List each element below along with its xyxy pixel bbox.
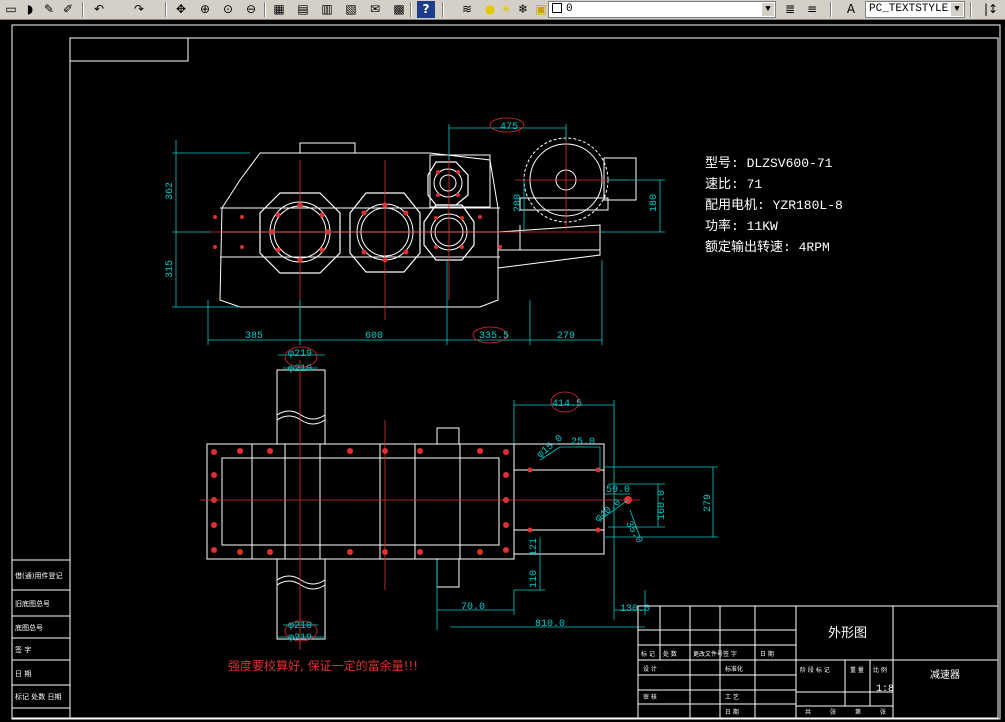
drawing-name: 外形图 bbox=[828, 626, 867, 641]
left-block-row: 底图总号 bbox=[15, 623, 43, 632]
dim-phi210-bottom: φ210 bbox=[288, 621, 312, 632]
dim-style-icon[interactable]: |↕ bbox=[982, 1, 1000, 18]
left-block-row: 标记 处数 日期 bbox=[15, 692, 61, 701]
dim-phi219-bottom: φ219 bbox=[288, 633, 312, 644]
left-block-row: 日 期 bbox=[15, 670, 31, 678]
sheet-set-icon[interactable]: ▧ bbox=[342, 1, 360, 18]
layer-dropdown[interactable]: 0 ▼ bbox=[548, 1, 776, 18]
layers-icon[interactable]: ≋ bbox=[458, 1, 476, 18]
dim-362: 362 bbox=[165, 182, 176, 200]
note-text: 强度要校算好, 保证一定的富余量!!! bbox=[228, 658, 418, 673]
left-block-row: 借(通)用件登记 bbox=[15, 571, 62, 580]
chevron-down-icon[interactable]: ▼ bbox=[951, 3, 963, 16]
left-block-row: 签 字 bbox=[15, 645, 31, 654]
spec-power: 功率: 11KW bbox=[705, 218, 778, 234]
title-header: 标 记 bbox=[641, 650, 655, 658]
redo-icon[interactable]: ↷ bbox=[130, 1, 148, 18]
spec-model: 型号: DLZSV600-71 bbox=[705, 156, 833, 171]
title-row: 日 期 bbox=[725, 708, 739, 716]
dim-phi219-top: φ219 bbox=[288, 349, 312, 360]
zoom-window-icon[interactable]: ⊙ bbox=[219, 1, 237, 18]
dim-385: 385 bbox=[245, 331, 263, 342]
dim-279-top: 279 bbox=[557, 331, 575, 342]
title-row: 审 核 bbox=[643, 693, 657, 701]
dim-110: 110 bbox=[529, 570, 540, 588]
dim-200: 200 bbox=[513, 194, 524, 212]
new-icon[interactable]: ▭ bbox=[2, 1, 20, 18]
dim-180: 180 bbox=[649, 194, 660, 212]
title-header: 日 期 bbox=[760, 650, 774, 658]
sun-icon[interactable]: ☀ bbox=[497, 1, 515, 18]
help-icon[interactable]: ? bbox=[417, 1, 435, 18]
spec-list: 型号: DLZSV600-71 速比: 71 配用电机: YZR180L-8 功… bbox=[705, 156, 843, 255]
stage-label: 阶 段 标 记 bbox=[800, 666, 830, 674]
title-row: 标准化 bbox=[725, 665, 743, 673]
part-name: 减速器 bbox=[930, 669, 960, 681]
open-icon[interactable]: ◗ bbox=[21, 1, 39, 18]
title-row: 工 艺 bbox=[725, 693, 739, 701]
dim-59: 59.0 bbox=[606, 485, 630, 496]
dim-600: 600 bbox=[365, 331, 383, 342]
layer-previous-icon[interactable]: ≡ bbox=[803, 1, 821, 18]
left-block-row: 旧底图总号 bbox=[15, 599, 50, 608]
dim-335-5: 335.5 bbox=[479, 331, 509, 342]
zoom-realtime-icon[interactable]: ⊕ bbox=[196, 1, 214, 18]
dim-315: 315 bbox=[165, 260, 176, 278]
dim-475: 475 bbox=[500, 122, 518, 133]
markup-icon[interactable]: ✉ bbox=[366, 1, 384, 18]
plot-icon[interactable]: ✐ bbox=[59, 1, 77, 18]
layer-state-icon[interactable]: ≣ bbox=[781, 1, 799, 18]
sheet-label: 张 bbox=[880, 708, 886, 716]
title-header: 更改文件号 bbox=[693, 650, 723, 658]
drawing-canvas[interactable]: 475 362 315 385 600 335.5 279 180 200 型号… bbox=[0, 20, 1005, 722]
dim-414-5: 414.5 bbox=[552, 399, 582, 410]
text-style-icon[interactable]: A bbox=[842, 1, 860, 18]
zoom-previous-icon[interactable]: ⊖ bbox=[242, 1, 260, 18]
dim-810: 810.0 bbox=[535, 619, 565, 630]
properties-icon[interactable]: ▦ bbox=[270, 1, 288, 18]
spec-speed: 额定输出转速: 4RPM bbox=[705, 239, 830, 255]
textstyle-dropdown[interactable]: PC_TEXTSTYLE ▼ bbox=[865, 1, 965, 18]
design-center-icon[interactable]: ▤ bbox=[294, 1, 312, 18]
standard-toolbar: ▭ ◗ ✎ ✐ ↶ ↷ ✥ ⊕ ⊙ ⊖ ▦ ▤ ▥ ▧ ✉ ▩ ? ≋ ● ☀ … bbox=[0, 0, 1005, 20]
chevron-down-icon[interactable]: ▼ bbox=[762, 3, 774, 16]
stage-label: 比 例 bbox=[873, 666, 887, 674]
pan-icon[interactable]: ✥ bbox=[172, 1, 190, 18]
stage-label: 重 量 bbox=[850, 666, 864, 674]
spec-motor: 配用电机: YZR180L-8 bbox=[705, 198, 843, 213]
sheet-label: 共 bbox=[805, 708, 811, 716]
spec-ratio: 速比: 71 bbox=[705, 177, 762, 192]
save-icon[interactable]: ✎ bbox=[40, 1, 58, 18]
freeze-icon[interactable]: ❄ bbox=[514, 1, 532, 18]
sheet-label: 张 bbox=[830, 708, 836, 716]
title-row: 设 计 bbox=[643, 665, 657, 673]
dim-70: 70.0 bbox=[461, 602, 485, 613]
undo-icon[interactable]: ↶ bbox=[90, 1, 108, 18]
dim-25: 25.0 bbox=[571, 437, 595, 448]
scale-value: 1:8 bbox=[876, 684, 894, 695]
dim-160: 160.0 bbox=[657, 490, 668, 520]
tool-palettes-icon[interactable]: ▥ bbox=[318, 1, 336, 18]
dim-121: 121 bbox=[529, 538, 540, 556]
calculator-icon[interactable]: ▩ bbox=[390, 1, 408, 18]
dim-279-bottom: 279 bbox=[703, 494, 714, 512]
dim-phi210-top: φ210 bbox=[288, 364, 312, 375]
sheet-label: 第 bbox=[855, 708, 861, 716]
title-header: 签 字 bbox=[723, 650, 737, 658]
title-header: 处 数 bbox=[663, 650, 677, 658]
